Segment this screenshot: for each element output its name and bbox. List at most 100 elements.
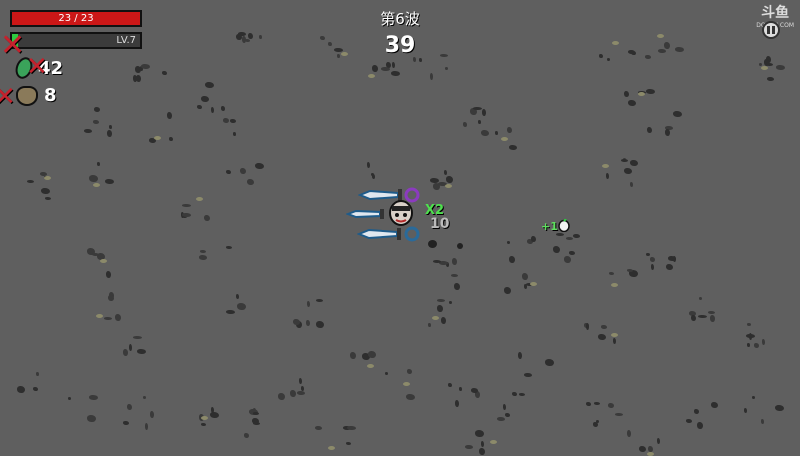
watermark-text: 斗鱼	[761, 5, 790, 21]
rock	[161, 70, 167, 75]
rock	[452, 257, 458, 265]
rock	[614, 412, 623, 416]
rock	[33, 386, 38, 391]
rock	[649, 257, 655, 263]
rock	[67, 397, 71, 401]
rock	[437, 304, 444, 312]
rock	[299, 377, 303, 384]
pebble	[638, 92, 646, 97]
rock	[451, 273, 459, 277]
rock	[103, 317, 112, 321]
pebble	[445, 183, 453, 188]
rock	[106, 130, 112, 138]
rock	[639, 446, 647, 453]
rock	[240, 167, 247, 174]
rock	[524, 372, 533, 377]
rock	[478, 447, 485, 455]
rock	[135, 74, 141, 82]
rock	[226, 169, 232, 174]
pause-icon[interactable]	[761, 20, 781, 40]
pebble	[529, 282, 537, 287]
rock	[480, 130, 489, 137]
heal-number: +1	[541, 220, 558, 233]
rock	[181, 212, 191, 217]
rock	[204, 214, 211, 221]
rock	[289, 390, 296, 398]
rock	[145, 422, 149, 430]
rock	[199, 254, 208, 260]
rock	[686, 419, 693, 424]
smoke-puff	[428, 240, 437, 248]
rock	[766, 76, 774, 81]
rock	[592, 422, 598, 428]
rock	[478, 119, 482, 124]
rock	[349, 352, 356, 360]
rock	[761, 339, 765, 346]
rock	[474, 430, 484, 437]
rock	[182, 203, 192, 207]
rock	[761, 418, 765, 424]
rock	[628, 99, 637, 106]
rock	[413, 57, 417, 63]
rock	[255, 162, 264, 169]
rock	[297, 391, 306, 396]
rock	[391, 62, 395, 68]
rock	[605, 173, 609, 180]
rock	[107, 294, 114, 301]
pebble	[368, 73, 376, 78]
rock	[429, 72, 433, 80]
rock	[463, 122, 468, 128]
pebble	[761, 66, 769, 71]
rock	[367, 351, 376, 359]
rock	[367, 161, 371, 168]
rock	[381, 66, 391, 71]
rock	[314, 426, 322, 431]
rock	[481, 108, 486, 116]
rock	[710, 402, 718, 409]
rock	[142, 396, 146, 400]
bag-count: 8	[44, 85, 57, 106]
rock	[623, 167, 632, 174]
rock	[277, 392, 285, 400]
rock	[696, 422, 703, 430]
rock	[122, 349, 128, 357]
rock	[449, 301, 453, 305]
rock	[205, 82, 215, 88]
rock	[211, 106, 215, 113]
rock	[94, 107, 101, 113]
rock	[134, 65, 141, 73]
pebble	[201, 415, 209, 420]
rock	[129, 343, 133, 351]
rock	[372, 173, 376, 179]
rock	[766, 63, 774, 67]
bag-counter: 8	[16, 85, 57, 106]
rock	[406, 369, 412, 375]
rock	[437, 298, 446, 302]
rock	[555, 232, 564, 236]
pebble	[92, 182, 100, 187]
rock	[594, 401, 601, 405]
rock	[441, 317, 447, 325]
pebble	[602, 164, 610, 169]
rock	[651, 264, 655, 271]
rock	[16, 385, 25, 393]
rock	[607, 403, 614, 409]
rock	[235, 294, 239, 300]
rock	[612, 338, 616, 345]
rock	[316, 320, 325, 328]
rock	[226, 245, 233, 249]
rock	[647, 126, 653, 133]
rock	[40, 187, 50, 194]
rock	[122, 420, 129, 425]
pebble	[366, 363, 374, 368]
rock	[656, 437, 660, 444]
rock	[710, 315, 716, 323]
pebble	[196, 196, 204, 201]
rock	[504, 412, 510, 417]
rock	[608, 271, 614, 275]
rock	[512, 391, 518, 396]
rock	[97, 162, 101, 167]
pebble	[611, 333, 619, 338]
rock	[552, 245, 560, 253]
rock	[507, 240, 511, 244]
